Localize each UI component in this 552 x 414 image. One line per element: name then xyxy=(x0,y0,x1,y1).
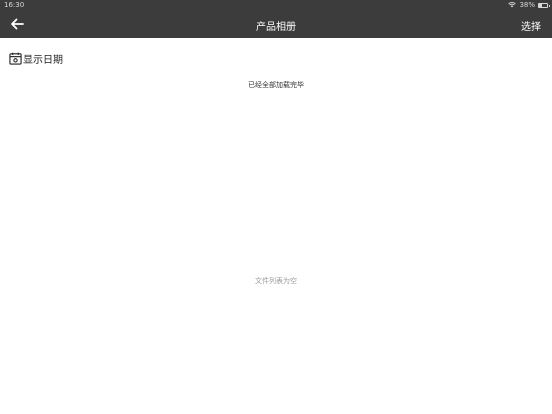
select-button[interactable]: 选择 xyxy=(521,18,541,33)
nav-bar: 产品相册 选择 xyxy=(0,11,552,38)
empty-list-message: 文件列表为空 xyxy=(255,277,297,285)
all-loaded-message: 已经全部加载完毕 xyxy=(248,81,304,89)
status-bar: 16:30 38% xyxy=(0,0,552,11)
page-title: 产品相册 xyxy=(256,22,296,33)
status-right: 38% xyxy=(508,1,550,9)
calendar-icon xyxy=(9,52,22,65)
show-date-label: 显示日期 xyxy=(23,54,63,66)
status-time: 16:30 xyxy=(4,1,25,9)
show-date-toggle[interactable]: 显示日期 xyxy=(9,51,63,66)
battery-icon xyxy=(538,2,550,8)
wifi-icon xyxy=(508,2,517,8)
battery-percent: 38% xyxy=(519,1,535,9)
